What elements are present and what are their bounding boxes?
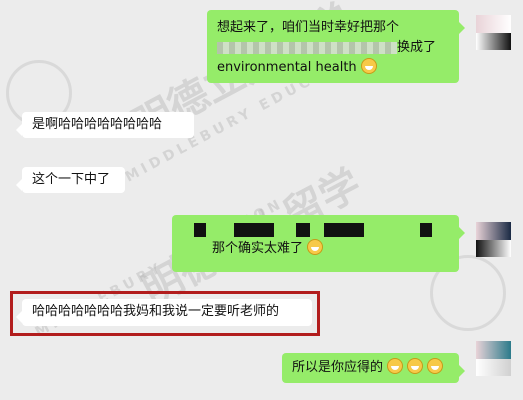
smile-emoji-icon xyxy=(407,358,424,374)
message-text: 是啊哈哈哈哈哈哈哈哈 xyxy=(32,117,163,132)
message-text-line: 那个确实太难了 xyxy=(184,239,447,259)
message-bubble-incoming[interactable]: 是啊哈哈哈哈哈哈哈哈 xyxy=(16,112,194,138)
clap-emoji-icon xyxy=(427,358,444,374)
grin-emoji-icon xyxy=(387,358,404,374)
message-text: 想起来了，咱们当时幸好把那个 xyxy=(217,20,400,35)
highlight-box xyxy=(10,291,320,336)
message-text: environmental health xyxy=(217,60,357,75)
message-text: 这个一下中了 xyxy=(32,172,111,187)
message-bubble-incoming[interactable]: 这个一下中了 xyxy=(16,167,125,193)
avatar[interactable] xyxy=(476,222,511,257)
redacted-text xyxy=(324,223,364,237)
message-text: 换成了 xyxy=(397,40,437,55)
message-text: 所以是你应得的 xyxy=(292,360,384,375)
crying-laughing-emoji-icon xyxy=(307,239,324,255)
avatar[interactable] xyxy=(476,341,511,376)
redacted-text xyxy=(296,223,310,237)
message-text-line: environmental health xyxy=(217,58,449,78)
message-text: 那个确实太难了 xyxy=(212,241,304,256)
redacted-text xyxy=(194,223,206,237)
avatar[interactable] xyxy=(476,15,511,50)
message-bubble-outgoing[interactable]: 所以是你应得的 xyxy=(282,353,465,383)
redacted-text xyxy=(234,223,274,237)
redacted-row xyxy=(184,223,447,239)
message-bubble-outgoing[interactable]: 想起来了，咱们当时幸好把那个 换成了 environmental health xyxy=(207,10,465,83)
message-text-line: 换成了 xyxy=(217,38,449,58)
redacted-text xyxy=(217,41,397,54)
message-bubble-outgoing[interactable]: 那个确实太难了 xyxy=(172,215,465,272)
redacted-text xyxy=(420,223,432,237)
grin-emoji-icon xyxy=(360,58,377,74)
